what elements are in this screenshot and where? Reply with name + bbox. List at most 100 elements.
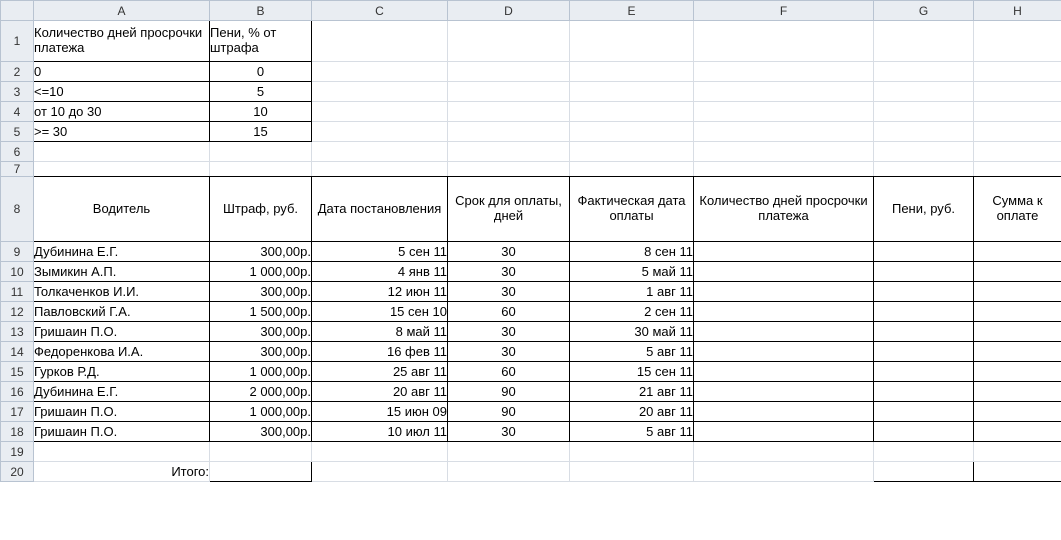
row-header-15[interactable]: 15 [1,362,34,382]
cell-B11[interactable]: 300,00р. [210,282,312,302]
cell-D15[interactable]: 60 [448,362,570,382]
cell-F16[interactable] [694,382,874,402]
col-header-H[interactable]: H [974,1,1061,21]
cell-B2[interactable]: 0 [210,62,312,82]
cell-H9[interactable] [974,242,1061,262]
cell-A20-total-label[interactable]: Итого: [34,462,210,482]
col-header-A[interactable]: A [34,1,210,21]
cell-F20[interactable] [694,462,874,482]
cell-C11[interactable]: 12 июн 11 [312,282,448,302]
cell-A14[interactable]: Федоренкова И.А. [34,342,210,362]
cell-A2[interactable]: 0 [34,62,210,82]
cell-D6[interactable] [448,142,570,162]
cell-D12[interactable]: 60 [448,302,570,322]
cell-E1[interactable] [570,21,694,62]
cell-H1[interactable] [974,21,1061,62]
cell-F15[interactable] [694,362,874,382]
cell-D1[interactable] [448,21,570,62]
cell-E19[interactable] [570,442,694,462]
cell-B8-fine-header[interactable]: Штраф, руб. [210,177,312,242]
row-header-20[interactable]: 20 [1,462,34,482]
cell-H17[interactable] [974,402,1061,422]
cell-D10[interactable]: 30 [448,262,570,282]
cell-G11[interactable] [874,282,974,302]
cell-G9[interactable] [874,242,974,262]
cell-H12[interactable] [974,302,1061,322]
worksheet-grid[interactable]: A B C D E F G H 1 Количество дней просро… [0,0,1061,482]
cell-F10[interactable] [694,262,874,282]
cell-D19[interactable] [448,442,570,462]
cell-H19[interactable] [974,442,1061,462]
cell-C4[interactable] [312,102,448,122]
cell-G18[interactable] [874,422,974,442]
cell-C13[interactable]: 8 май 11 [312,322,448,342]
cell-B19[interactable] [210,442,312,462]
cell-C20[interactable] [312,462,448,482]
cell-E9[interactable]: 8 сен 11 [570,242,694,262]
cell-H8-total-header[interactable]: Сумма к оплате [974,177,1061,242]
cell-A5[interactable]: >= 30 [34,122,210,142]
cell-A11[interactable]: Толкаченков И.И. [34,282,210,302]
cell-C17[interactable]: 15 июн 09 [312,402,448,422]
cell-E18[interactable]: 5 авг 11 [570,422,694,442]
cell-B18[interactable]: 300,00р. [210,422,312,442]
col-header-F[interactable]: F [694,1,874,21]
cell-C2[interactable] [312,62,448,82]
cell-D16[interactable]: 90 [448,382,570,402]
cell-D2[interactable] [448,62,570,82]
cell-H18[interactable] [974,422,1061,442]
cell-D18[interactable]: 30 [448,422,570,442]
cell-D17[interactable]: 90 [448,402,570,422]
col-header-C[interactable]: C [312,1,448,21]
cell-B7[interactable] [210,162,312,177]
cell-B20-total-fine[interactable] [210,462,312,482]
row-header-10[interactable]: 10 [1,262,34,282]
cell-F18[interactable] [694,422,874,442]
cell-A12[interactable]: Павловский Г.А. [34,302,210,322]
row-header-3[interactable]: 3 [1,82,34,102]
cell-H5[interactable] [974,122,1061,142]
cell-B5[interactable]: 15 [210,122,312,142]
cell-B16[interactable]: 2 000,00р. [210,382,312,402]
cell-G3[interactable] [874,82,974,102]
cell-A15[interactable]: Гурков Р.Д. [34,362,210,382]
cell-F1[interactable] [694,21,874,62]
cell-D11[interactable]: 30 [448,282,570,302]
row-header-4[interactable]: 4 [1,102,34,122]
cell-G12[interactable] [874,302,974,322]
cell-B3[interactable]: 5 [210,82,312,102]
cell-A7[interactable] [34,162,210,177]
cell-G13[interactable] [874,322,974,342]
cell-E15[interactable]: 15 сен 11 [570,362,694,382]
row-header-14[interactable]: 14 [1,342,34,362]
row-header-18[interactable]: 18 [1,422,34,442]
cell-G4[interactable] [874,102,974,122]
cell-B4[interactable]: 10 [210,102,312,122]
cell-F3[interactable] [694,82,874,102]
cell-F8-overdue-header[interactable]: Количество дней просрочки платежа [694,177,874,242]
cell-H6[interactable] [974,142,1061,162]
cell-H16[interactable] [974,382,1061,402]
cell-D4[interactable] [448,102,570,122]
cell-G6[interactable] [874,142,974,162]
cell-E5[interactable] [570,122,694,142]
cell-B12[interactable]: 1 500,00р. [210,302,312,322]
cell-B1[interactable]: Пени, % от штрафа [210,21,312,62]
cell-G10[interactable] [874,262,974,282]
cell-D20[interactable] [448,462,570,482]
cell-B10[interactable]: 1 000,00р. [210,262,312,282]
cell-F6[interactable] [694,142,874,162]
cell-H4[interactable] [974,102,1061,122]
cell-A16[interactable]: Дубинина Е.Г. [34,382,210,402]
cell-A10[interactable]: Зымикин А.П. [34,262,210,282]
cell-F13[interactable] [694,322,874,342]
cell-C16[interactable]: 20 авг 11 [312,382,448,402]
cell-G20-total-peni[interactable] [874,462,974,482]
cell-D9[interactable]: 30 [448,242,570,262]
row-header-5[interactable]: 5 [1,122,34,142]
cell-E4[interactable] [570,102,694,122]
row-header-19[interactable]: 19 [1,442,34,462]
cell-C1[interactable] [312,21,448,62]
cell-F11[interactable] [694,282,874,302]
cell-G14[interactable] [874,342,974,362]
